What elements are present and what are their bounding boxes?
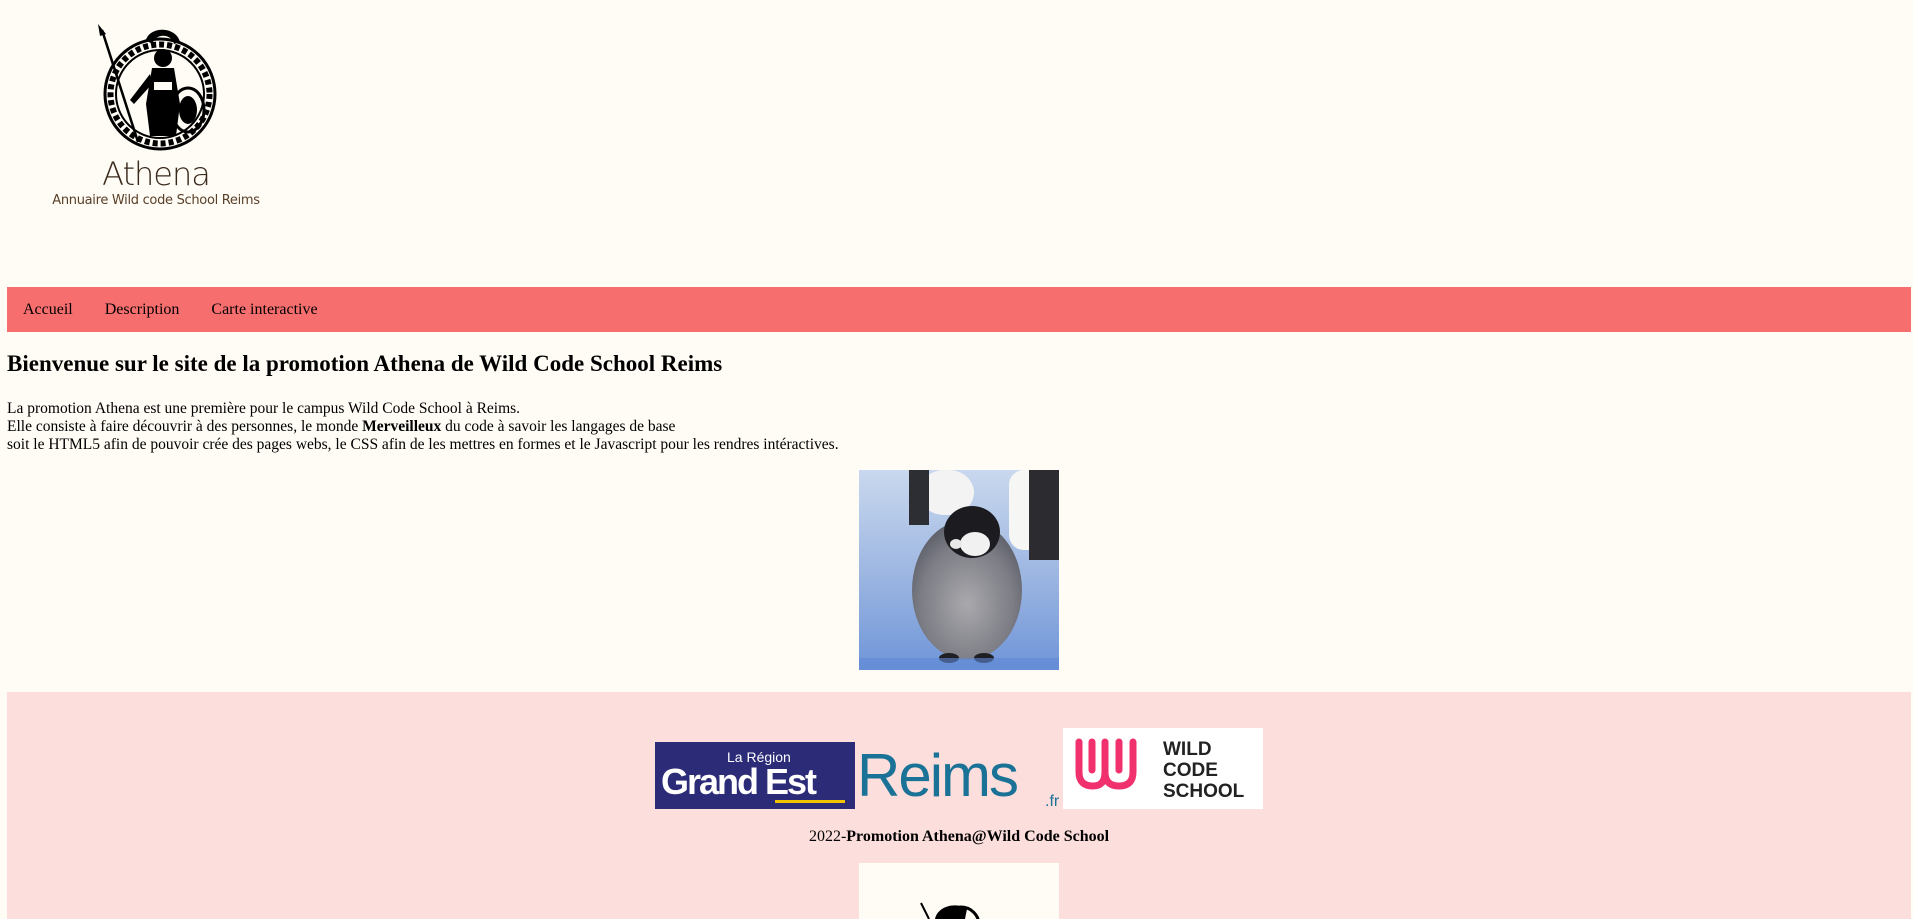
intro-line-3: soit le HTML5 afin de pouvoir crée des p… xyxy=(7,436,839,453)
footer-athena-emblem-icon xyxy=(920,902,980,919)
copyright-text: Promotion Athena@Wild Code School xyxy=(846,828,1110,845)
wcs-line-3: SCHOOL xyxy=(1163,781,1245,802)
athena-emblem-icon xyxy=(98,24,217,151)
reims-main-text: Reims xyxy=(857,744,1017,809)
intro-bold-word: Merveilleux xyxy=(362,418,442,435)
wcs-line-2: CODE xyxy=(1163,760,1218,781)
penguin-chick-image xyxy=(859,470,1059,670)
intro-line-2-end: du code à savoir les langages de base xyxy=(441,418,676,435)
wild-code-school-logo[interactable]: WILD CODE SCHOOL xyxy=(1063,728,1263,809)
reims-suffix-text: .fr xyxy=(1045,793,1060,810)
nav-item-description[interactable]: Description xyxy=(105,301,180,319)
page-title: Bienvenue sur le site de la promotion At… xyxy=(7,351,723,376)
grand-est-main-text: Grand Est xyxy=(661,761,817,802)
nav-item-accueil[interactable]: Accueil xyxy=(23,301,73,319)
logo-tagline: Annuaire Wild code School Reims xyxy=(52,193,260,208)
wcs-line-1: WILD xyxy=(1163,739,1212,760)
main-nav: Accueil Description Carte interactive xyxy=(7,287,1911,332)
footer-athena-logo[interactable] xyxy=(859,863,1059,919)
intro-paragraph: La promotion Athena est une première pou… xyxy=(7,400,839,454)
footer: La Région Grand Est Reims .fr WILD CODE … xyxy=(7,692,1911,919)
intro-line-2-start: Elle consiste à faire découvrir à des pe… xyxy=(7,418,363,435)
copyright: 2022-Promotion Athena@Wild Code School xyxy=(7,828,1911,846)
partner-logos: La Région Grand Est Reims .fr WILD CODE … xyxy=(7,728,1911,813)
athena-logo[interactable]: Athena Annuaire Wild code School Reims xyxy=(40,24,280,210)
grand-est-logo[interactable]: La Région Grand Est xyxy=(655,742,855,809)
copyright-year: 2022- xyxy=(808,828,847,845)
nav-item-carte-interactive[interactable]: Carte interactive xyxy=(211,301,317,319)
reims-logo[interactable]: Reims .fr xyxy=(857,744,1069,814)
page: Athena Annuaire Wild code School Reims A… xyxy=(0,0,1913,919)
intro-line-1: La promotion Athena est une première pou… xyxy=(7,400,521,417)
intro-line-2: Elle consiste à faire découvrir à des pe… xyxy=(7,418,839,436)
logo-name: Athena xyxy=(102,155,211,193)
